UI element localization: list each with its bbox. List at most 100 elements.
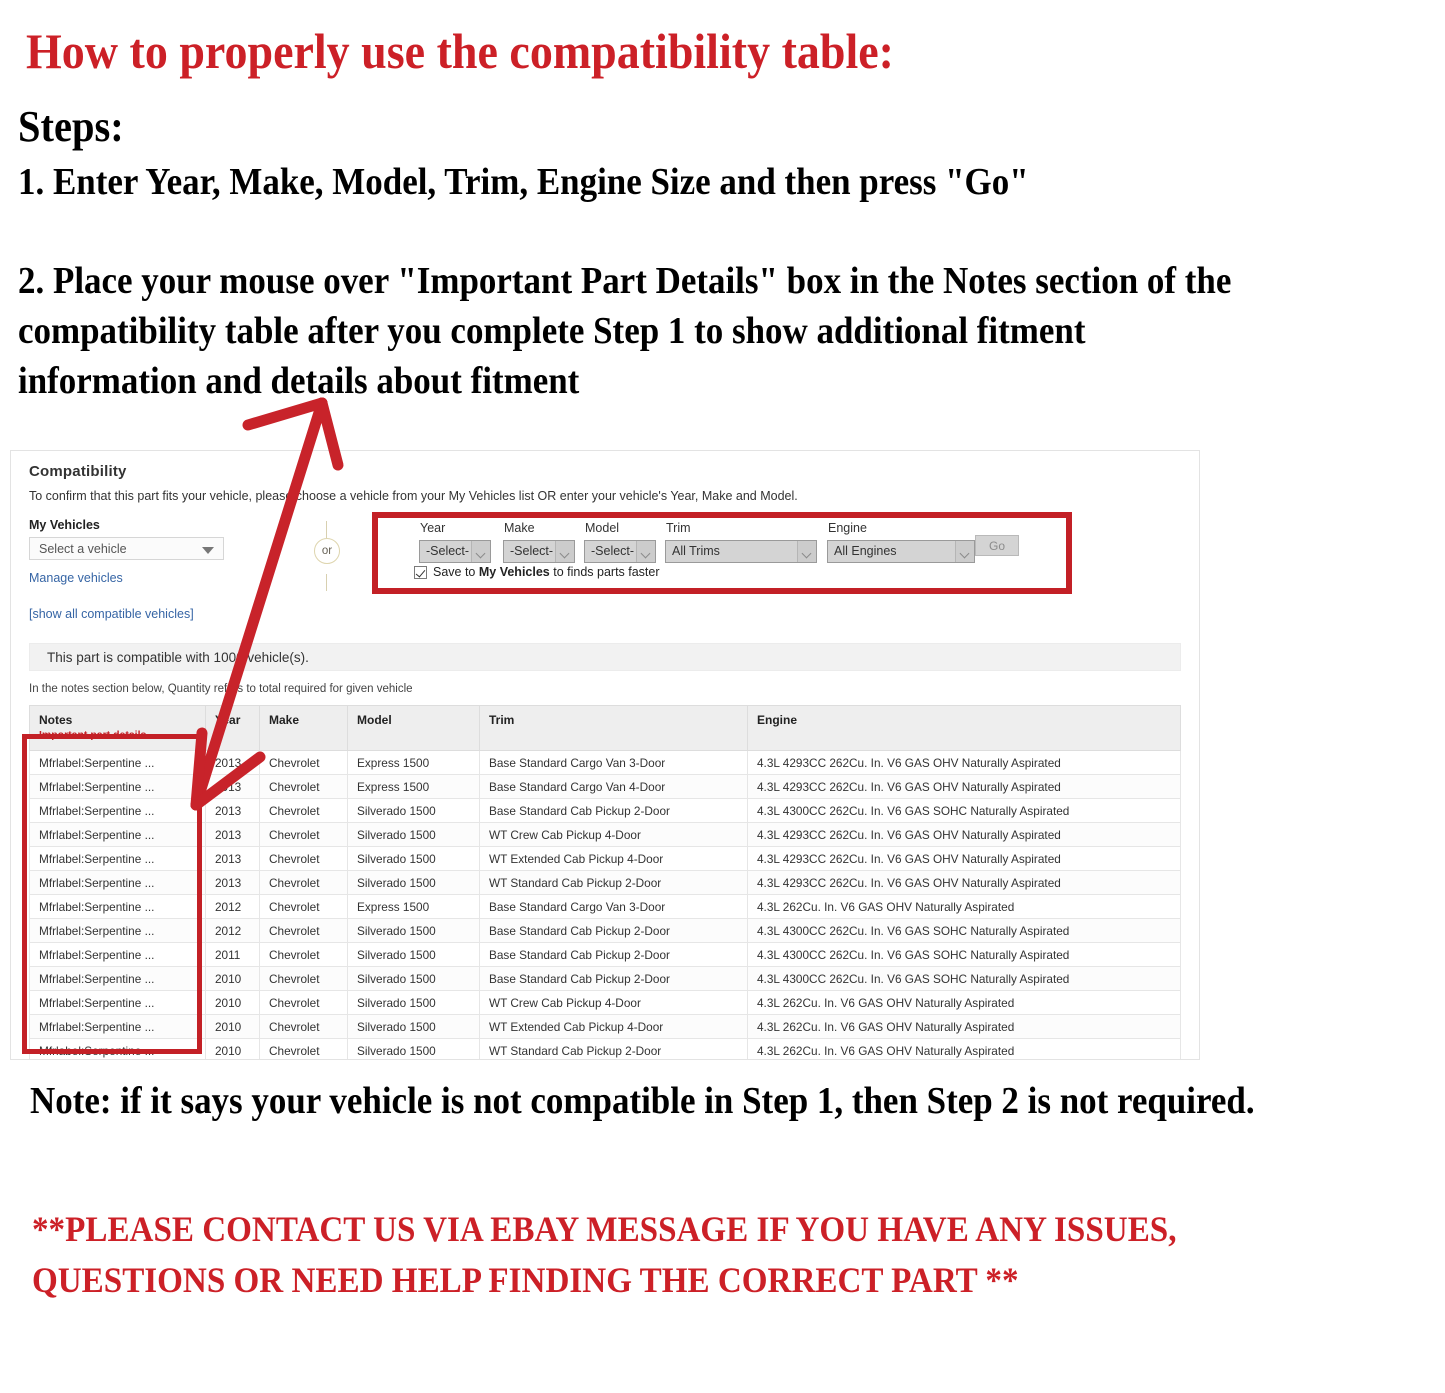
cell-notes[interactable]: Mfrlabel:Serpentine ...	[29, 774, 206, 799]
cell-engine: 4.3L 4293CC 262Cu. In. V6 GAS OHV Natura…	[747, 846, 1181, 871]
cell-make: Chevrolet	[259, 990, 348, 1015]
divider-line-bottom	[326, 574, 327, 591]
save-text-bold: My Vehicles	[478, 565, 550, 579]
notes-hint-text: In the notes section below, Quantity ref…	[29, 683, 413, 695]
cell-year: 2013	[205, 750, 260, 775]
save-to-my-vehicles-label: Save to My Vehicles to finds parts faste…	[433, 565, 660, 579]
cell-engine: 4.3L 4293CC 262Cu. In. V6 GAS OHV Natura…	[747, 750, 1181, 775]
cell-make: Chevrolet	[259, 798, 348, 823]
cell-notes[interactable]: Mfrlabel:Serpentine ...	[29, 822, 206, 847]
manage-vehicles-link[interactable]: Manage vehicles	[29, 571, 123, 585]
cell-notes[interactable]: Mfrlabel:Serpentine ...	[29, 846, 206, 871]
th-make: Make	[259, 705, 348, 751]
my-vehicles-select[interactable]: Select a vehicle	[29, 537, 224, 560]
table-row: Mfrlabel:Serpentine ... 2013 Chevrolet Silv…	[29, 822, 1181, 847]
cell-model: Silverado 1500	[347, 846, 480, 871]
cell-notes[interactable]: Mfrlabel:Serpentine ...	[29, 1014, 206, 1039]
compatibility-table: Notes Important part details Year Make M…	[29, 705, 1181, 1059]
cell-notes[interactable]: Mfrlabel:Serpentine ...	[29, 870, 206, 895]
cell-trim: Base Standard Cab Pickup 2-Door	[479, 966, 748, 991]
cell-notes[interactable]: Mfrlabel:Serpentine ...	[29, 750, 206, 775]
compatibility-heading: Compatibility	[29, 463, 127, 480]
cell-engine: 4.3L 4293CC 262Cu. In. V6 GAS OHV Natura…	[747, 774, 1181, 799]
cell-year: 2011	[205, 942, 260, 967]
cell-make: Chevrolet	[259, 846, 348, 871]
cell-year: 2010	[205, 966, 260, 991]
table-row: Mfrlabel:Serpentine ... 2010 Chevrolet Silv…	[29, 990, 1181, 1015]
cell-engine: 4.3L 262Cu. In. V6 GAS OHV Naturally Asp…	[747, 1038, 1181, 1059]
cell-engine: 4.3L 262Cu. In. V6 GAS OHV Naturally Asp…	[747, 1014, 1181, 1039]
cell-trim: WT Standard Cab Pickup 2-Door	[479, 870, 748, 895]
cell-trim: Base Standard Cargo Van 4-Door	[479, 774, 748, 799]
table-row: Mfrlabel:Serpentine ... 2012 Chevrolet Expr…	[29, 894, 1181, 919]
th-notes-label: Notes	[39, 713, 73, 727]
cell-model: Silverado 1500	[347, 918, 480, 943]
table-row: Mfrlabel:Serpentine ... 2013 Chevrolet Silv…	[29, 846, 1181, 871]
table-row: Mfrlabel:Serpentine ... 2013 Chevrolet Silv…	[29, 870, 1181, 895]
cell-notes[interactable]: Mfrlabel:Serpentine ...	[29, 798, 206, 823]
cell-model: Express 1500	[347, 750, 480, 775]
compatibility-subtitle: To confirm that this part fits your vehi…	[29, 489, 798, 503]
cell-make: Chevrolet	[259, 966, 348, 991]
th-notes: Notes Important part details	[29, 705, 206, 751]
cell-notes[interactable]: Mfrlabel:Serpentine ...	[29, 990, 206, 1015]
table-header-row: Notes Important part details Year Make M…	[29, 705, 1181, 751]
cell-model: Express 1500	[347, 894, 480, 919]
cell-year: 2013	[205, 822, 260, 847]
show-all-compatible-vehicles-link[interactable]: [show all compatible vehicles]	[29, 607, 194, 621]
cell-model: Silverado 1500	[347, 798, 480, 823]
table-row: Mfrlabel:Serpentine ... 2011 Chevrolet Silv…	[29, 942, 1181, 967]
cell-trim: Base Standard Cargo Van 3-Door	[479, 750, 748, 775]
go-button[interactable]: Go	[975, 535, 1019, 556]
cell-engine: 4.3L 4300CC 262Cu. In. V6 GAS SOHC Natur…	[747, 798, 1181, 823]
cell-engine: 4.3L 262Cu. In. V6 GAS OHV Naturally Asp…	[747, 894, 1181, 919]
th-year: Year	[205, 705, 260, 751]
cell-engine: 4.3L 4300CC 262Cu. In. V6 GAS SOHC Natur…	[747, 918, 1181, 943]
cell-engine: 4.3L 262Cu. In. V6 GAS OHV Naturally Asp…	[747, 990, 1181, 1015]
cell-trim: Base Standard Cargo Van 3-Door	[479, 894, 748, 919]
cell-model: Silverado 1500	[347, 1038, 480, 1059]
table-row: Mfrlabel:Serpentine ... 2013 Chevrolet Expr…	[29, 774, 1181, 799]
cell-notes[interactable]: Mfrlabel:Serpentine ...	[29, 918, 206, 943]
cell-notes[interactable]: Mfrlabel:Serpentine ...	[29, 966, 206, 991]
cell-trim: WT Crew Cab Pickup 4-Door	[479, 990, 748, 1015]
cell-engine: 4.3L 4293CC 262Cu. In. V6 GAS OHV Natura…	[747, 870, 1181, 895]
cell-engine: 4.3L 4293CC 262Cu. In. V6 GAS OHV Natura…	[747, 822, 1181, 847]
th-engine: Engine	[747, 705, 1181, 751]
cell-make: Chevrolet	[259, 918, 348, 943]
th-model: Model	[347, 705, 480, 751]
save-to-my-vehicles-checkbox[interactable]	[414, 566, 427, 579]
step-2-text: 2. Place your mouse over "Important Part…	[18, 260, 1241, 402]
save-text-after: to finds parts faster	[549, 565, 660, 579]
cell-year: 2012	[205, 894, 260, 919]
cell-engine: 4.3L 4300CC 262Cu. In. V6 GAS SOHC Natur…	[747, 966, 1181, 991]
compatible-count-bar: This part is compatible with 1000 vehicl…	[29, 643, 1181, 671]
cell-model: Silverado 1500	[347, 966, 480, 991]
cell-trim: Base Standard Cab Pickup 2-Door	[479, 798, 748, 823]
cell-trim: Base Standard Cab Pickup 2-Door	[479, 918, 748, 943]
cell-year: 2013	[205, 870, 260, 895]
cell-make: Chevrolet	[259, 1038, 348, 1059]
th-trim: Trim	[479, 705, 748, 751]
my-vehicles-value: Select a vehicle	[39, 542, 127, 556]
step-1-text: 1. Enter Year, Make, Model, Trim, Engine…	[18, 161, 1029, 203]
cell-make: Chevrolet	[259, 774, 348, 799]
compatible-count-text: This part is compatible with 1000 vehicl…	[47, 650, 309, 665]
table-body: Mfrlabel:Serpentine ... 2013 Chevrolet Expr…	[29, 750, 1181, 1059]
cell-make: Chevrolet	[259, 870, 348, 895]
cell-model: Silverado 1500	[347, 870, 480, 895]
cell-make: Chevrolet	[259, 822, 348, 847]
cell-make: Chevrolet	[259, 942, 348, 967]
cell-notes[interactable]: Mfrlabel:Serpentine ...	[29, 942, 206, 967]
cell-model: Silverado 1500	[347, 990, 480, 1015]
cell-notes[interactable]: Mfrlabel:Serpentine ...	[29, 894, 206, 919]
cell-trim: WT Crew Cab Pickup 4-Door	[479, 822, 748, 847]
cell-notes[interactable]: Mfrlabel:Serpentine ...	[29, 1038, 206, 1059]
cell-make: Chevrolet	[259, 750, 348, 775]
table-row: Mfrlabel:Serpentine ... 2010 Chevrolet Silv…	[29, 1038, 1181, 1059]
table-row: Mfrlabel:Serpentine ... 2013 Chevrolet Silv…	[29, 798, 1181, 823]
cell-trim: WT Standard Cab Pickup 2-Door	[479, 1038, 748, 1059]
cell-year: 2013	[205, 846, 260, 871]
cell-model: Silverado 1500	[347, 1014, 480, 1039]
save-text-before: Save to	[433, 565, 479, 579]
